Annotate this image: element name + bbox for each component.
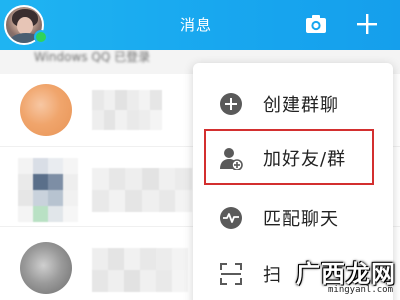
camera-icon[interactable] <box>305 14 327 34</box>
menu-item-label: 扫 <box>263 265 282 286</box>
watermark-url: mingyanl.com <box>328 285 394 295</box>
menu-item-match-chat[interactable]: 匹配聊天 <box>193 191 393 243</box>
add-group-chat-icon <box>220 93 242 115</box>
watermark-text: 广西龙网 <box>296 260 396 288</box>
online-status-dot <box>34 30 48 44</box>
login-notice-text: Windows QQ 已登录 <box>34 50 151 64</box>
app-window: 消息 Windows QQ 已登录 创建群聊 加好友/群 匹配聊天 扫 广西龙网… <box>0 0 400 300</box>
conversation-avatar <box>20 242 72 294</box>
pixelated-message-preview <box>92 90 162 130</box>
pixelated-avatar <box>18 158 78 222</box>
plus-icon[interactable] <box>356 13 378 35</box>
pixelated-message-preview <box>92 168 192 212</box>
menu-item-create-group[interactable]: 创建群聊 <box>193 77 393 129</box>
pixelated-message-preview <box>92 248 188 292</box>
page-title: 消息 <box>180 16 213 34</box>
scan-icon <box>220 263 242 285</box>
header-bar: 消息 <box>0 0 400 50</box>
menu-item-label: 匹配聊天 <box>263 209 339 230</box>
pulse-match-icon <box>220 207 242 229</box>
conversation-avatar <box>20 84 72 136</box>
menu-item-label: 创建群聊 <box>263 95 339 116</box>
highlight-box <box>204 129 374 185</box>
